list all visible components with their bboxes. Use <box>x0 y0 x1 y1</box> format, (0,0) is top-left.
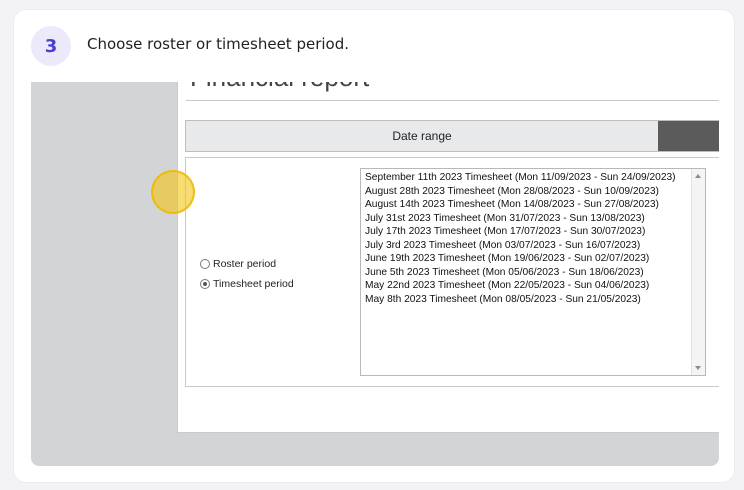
list-item[interactable]: July 3rd 2023 Timesheet (Mon 03/07/2023 … <box>365 239 689 253</box>
timesheet-period-label: Timesheet period <box>213 278 294 290</box>
list-item[interactable]: June 19th 2023 Timesheet (Mon 19/06/2023… <box>365 252 689 266</box>
screenshot-frame: Financial report Date range Roster perio… <box>31 82 719 466</box>
timesheet-period-option[interactable]: Timesheet period <box>200 278 294 290</box>
date-range-label: Date range <box>392 129 452 143</box>
step-number-badge: 3 <box>31 26 71 66</box>
date-range-toggle[interactable] <box>658 121 719 151</box>
click-highlight-marker <box>151 170 195 214</box>
list-item[interactable]: July 31st 2023 Timesheet (Mon 31/07/2023… <box>365 212 689 226</box>
list-item[interactable]: September 11th 2023 Timesheet (Mon 11/09… <box>365 171 689 185</box>
list-item[interactable]: June 5th 2023 Timesheet (Mon 05/06/2023 … <box>365 266 689 280</box>
scroll-down-arrow-icon[interactable] <box>695 366 701 370</box>
timesheet-period-radio[interactable] <box>200 279 210 289</box>
list-item[interactable]: July 17th 2023 Timesheet (Mon 17/07/2023… <box>365 225 689 239</box>
roster-period-radio[interactable] <box>200 259 210 269</box>
roster-period-label: Roster period <box>213 258 277 270</box>
list-item[interactable]: August 28th 2023 Timesheet (Mon 28/08/20… <box>365 185 689 199</box>
timesheet-listbox[interactable]: September 11th 2023 Timesheet (Mon 11/09… <box>360 168 706 376</box>
list-item[interactable]: May 8th 2023 Timesheet (Mon 08/05/2023 -… <box>365 293 689 307</box>
timesheet-list: September 11th 2023 Timesheet (Mon 11/09… <box>365 171 689 306</box>
roster-period-option[interactable]: Roster period <box>200 258 276 270</box>
listbox-scrollbar[interactable] <box>691 169 705 375</box>
step-instruction: Choose roster or timesheet period. <box>87 35 350 53</box>
report-panel: Financial report Date range Roster perio… <box>177 82 719 433</box>
list-item[interactable]: August 14th 2023 Timesheet (Mon 14/08/20… <box>365 198 689 212</box>
period-selection-box: Roster period Timesheet period September… <box>185 157 719 387</box>
title-divider <box>186 100 719 101</box>
scroll-up-arrow-icon[interactable] <box>695 174 701 178</box>
page-title: Financial report <box>190 82 369 93</box>
date-range-header[interactable]: Date range <box>185 120 719 152</box>
list-item[interactable]: May 22nd 2023 Timesheet (Mon 22/05/2023 … <box>365 279 689 293</box>
